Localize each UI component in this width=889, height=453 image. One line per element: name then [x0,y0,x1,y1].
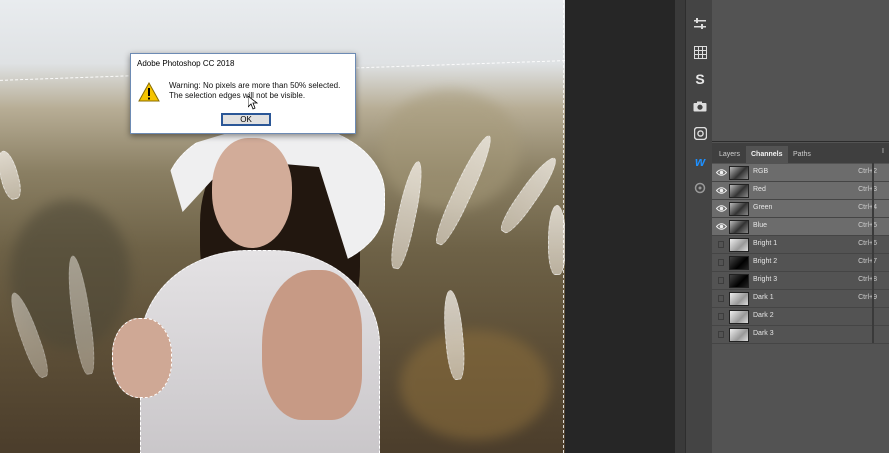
mouse-cursor-icon [248,96,258,110]
channel-shortcut: Ctrl+9 [858,294,877,301]
channel-thumbnail [729,256,749,270]
channel-shortcut: Ctrl+7 [858,258,877,265]
channel-thumbnail [729,166,749,180]
grid-icon[interactable] [690,42,710,62]
channel-row-rgb[interactable]: RGB Ctrl+2 [712,164,889,182]
channel-row-bright-3[interactable]: Bright 3 Ctrl+8 [712,272,889,290]
channel-name: Bright 1 [753,240,778,247]
visibility-toggle[interactable] [718,295,724,302]
channel-thumbnail [729,220,749,234]
channel-row-bright-2[interactable]: Bright 2 Ctrl+7 [712,254,889,272]
channel-name: Blue [753,222,768,229]
instagram-icon[interactable] [690,123,710,143]
channel-shortcut: Ctrl+5 [858,222,877,229]
subject-hand [112,318,172,398]
channel-thumbnail [729,292,749,306]
channel-name: RGB [753,168,769,175]
adjustments-icon[interactable] [690,14,710,34]
channel-row-bright-1[interactable]: Bright 1 Ctrl+6 [712,236,889,254]
channel-row-dark-2[interactable]: Dark 2 [712,308,889,326]
channel-thumbnail [729,202,749,216]
eye-icon[interactable] [716,204,727,213]
visibility-toggle[interactable] [718,241,724,248]
channel-row-dark-1[interactable]: Dark 1 Ctrl+9 [712,290,889,308]
grass-plume [0,148,25,202]
eye-icon[interactable] [716,222,727,231]
channel-name: Bright 2 [753,258,778,265]
tab-paths[interactable]: Paths [788,146,816,163]
tab-channels[interactable]: Channels [746,146,788,163]
visibility-toggle[interactable] [718,313,724,320]
workspace-background [565,0,675,453]
channel-shortcut: Ctrl+4 [858,204,877,211]
channel-shortcut: Ctrl+6 [858,240,877,247]
panel-scrollbar[interactable] [872,163,874,343]
channel-name: Red [753,186,766,193]
dialog-message-line-2: The selection edges will not be visible. [169,91,306,100]
channel-row-green[interactable]: Green Ctrl+4 [712,200,889,218]
channel-thumbnail [729,238,749,252]
selection-marquee-edge [563,0,564,453]
channel-row-dark-3[interactable]: Dark 3 [712,326,889,344]
visibility-toggle[interactable] [718,277,724,284]
channel-thumbnail [729,274,749,288]
panel-menu-button[interactable]: I [882,148,884,155]
w-plugin-icon[interactable]: w [690,151,710,171]
subject-face [212,138,292,248]
panel-tabs: Layers Channels Paths I [712,143,889,163]
channel-name: Green [753,204,773,211]
channel-thumbnail [729,310,749,324]
visibility-toggle[interactable] [718,259,724,266]
s-plugin-icon[interactable]: S [690,69,710,89]
dialog-message-line-1: Warning: No pixels are more than 50% sel… [169,81,341,90]
visibility-toggle[interactable] [718,331,724,338]
puzzle-icon[interactable] [690,178,710,198]
channel-row-red[interactable]: Red Ctrl+3 [712,182,889,200]
warning-dialog: Adobe Photoshop CC 2018 Warning: No pixe… [130,53,356,134]
upper-panel-area [712,0,889,141]
warning-icon [138,82,160,102]
eye-icon[interactable] [716,168,727,177]
channel-name: Dark 2 [753,312,774,319]
channel-name: Dark 3 [753,330,774,337]
channel-row-blue[interactable]: Blue Ctrl+5 [712,218,889,236]
dialog-title: Adobe Photoshop CC 2018 [137,59,235,68]
channel-list: RGB Ctrl+2 Red Ctrl+3 Green Ctrl+4 Blue … [712,164,889,344]
panel-icon-dock: S w [685,0,712,453]
subject-shoulder [262,270,362,420]
channels-panel: Layers Channels Paths I RGB Ctrl+2 Red C… [712,141,889,453]
channel-thumbnail [729,184,749,198]
channel-shortcut: Ctrl+3 [858,186,877,193]
channel-name: Dark 1 [753,294,774,301]
channel-thumbnail [729,328,749,342]
channel-shortcut: Ctrl+8 [858,276,877,283]
panel-collapse-strip[interactable] [675,0,685,453]
eye-icon[interactable] [716,186,727,195]
camera-icon[interactable] [690,96,710,116]
ok-button[interactable]: OK [221,113,271,126]
channel-name: Bright 3 [753,276,778,283]
channel-shortcut: Ctrl+2 [858,168,877,175]
tab-layers[interactable]: Layers [714,146,745,163]
